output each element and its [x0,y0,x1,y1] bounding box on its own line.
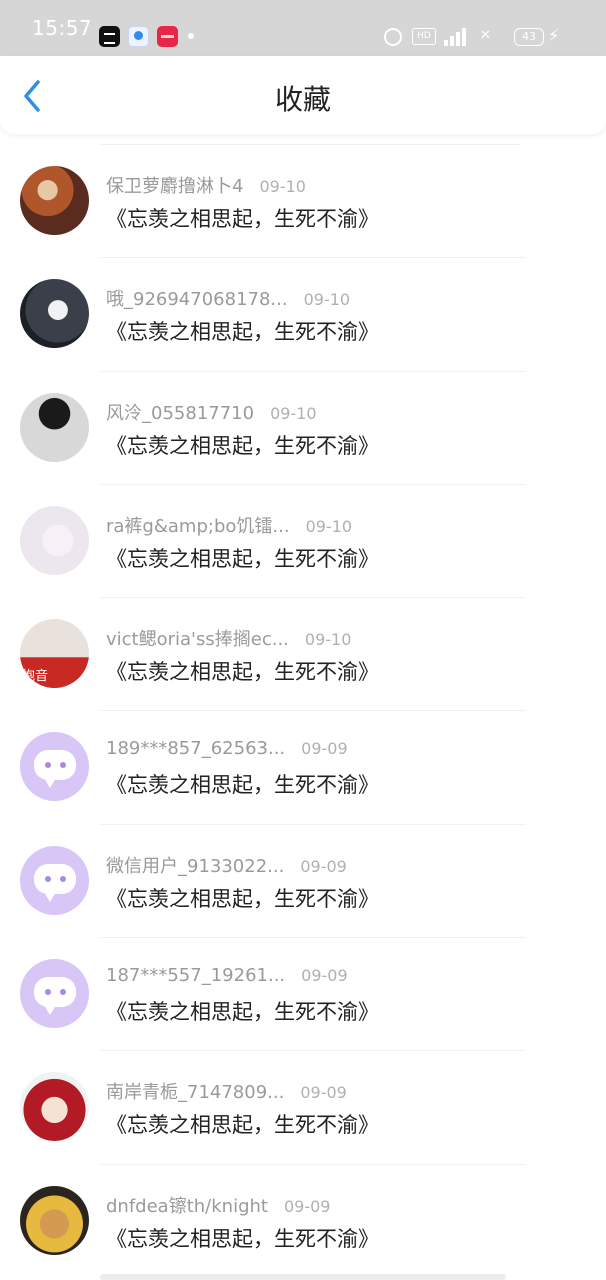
list-item[interactable]: 哦_926947068178... 09-10 《忘羡之相思起，生死不渝》 [0,258,606,372]
list-item[interactable]: 南岸青栀_7147809... 09-09 《忘羡之相思起，生死不渝》 [0,1051,606,1165]
avatar[interactable] [20,959,89,1029]
list-item[interactable]: 187***557_19261... 09-09 《忘羡之相思起，生死不渝》 [0,938,606,1052]
item-title: 《忘羡之相思起，生死不渝》 [106,660,379,685]
status-bar: 15:57 HD ✕ 43 ⚡ [0,0,606,56]
avatar[interactable] [20,166,89,235]
item-username: 哦_926947068178... [106,289,288,311]
item-title: 《忘羡之相思起，生死不渝》 [106,207,379,231]
list-item[interactable]: 抱音 vict鳃oria'ss捧搁ec... 09-10 《忘羡之相思起，生死不渝… [0,598,606,712]
chat-bubble-icon [34,750,76,789]
item-date: 09-09 [300,856,347,876]
item-username: 187***557_19261... [106,965,286,987]
item-date: 09-10 [304,630,352,650]
item-title: 《忘羡之相思起，生死不渝》 [106,433,379,458]
item-username: ra裤g&amp;bo饥镭... [106,515,290,537]
avatar[interactable] [20,392,89,462]
avatar[interactable] [20,1185,89,1255]
notification-dot-icon [188,33,194,39]
avatar[interactable] [20,732,89,802]
item-date: 09-10 [270,403,317,423]
list-item[interactable]: dnfdea镲th/knight 09-09 《忘羡之相思起，生死不渝》 [0,1165,606,1278]
item-username: 微信用户_9133022... [106,855,285,877]
item-username: vict鳃oria'ss捧搁ec... [106,629,289,651]
avatar-tag-text: 抱音 [22,669,49,685]
item-title: 《忘羡之相思起，生死不渝》 [106,1000,379,1025]
signal-icon [442,26,468,46]
no-signal-icon: ✕ [480,28,491,43]
chat-bubble-icon [34,863,76,902]
charging-icon: ⚡ [548,26,560,45]
chat-bubble-icon [34,977,76,1016]
list-item[interactable]: 189***857_62563... 09-09 《忘羡之相思起，生死不渝》 [0,711,606,825]
browser-app-icon [128,26,149,47]
item-username: 风泠_055817710 [106,402,255,424]
item-username: 南岸青栀_7147809... [106,1082,285,1104]
item-title: 《忘羡之相思起，生死不渝》 [106,546,379,571]
avatar[interactable] [20,845,89,915]
avatar[interactable]: 抱音 [20,619,89,689]
item-date: 09-09 [300,1083,347,1103]
avatar[interactable] [20,1072,89,1142]
alarm-icon [384,28,402,46]
item-date: 09-09 [283,1196,331,1216]
hd-icon: HD [412,28,436,45]
item-date: 09-10 [303,290,351,310]
list-item[interactable]: 微信用户_9133022... 09-09 《忘羡之相思起，生死不渝》 [0,825,606,939]
page-header: 收藏 [0,56,606,134]
item-date: 09-09 [301,739,348,759]
item-title: 《忘羡之相思起，生死不渝》 [106,1113,379,1138]
list-item[interactable]: 风泠_055817710 09-10 《忘羡之相思起，生死不渝》 [0,372,606,485]
item-username: dnfdea镲th/knight [106,1195,268,1217]
capcut-app-icon [99,26,120,47]
item-username: 保卫萝麝撸淋卜4 [106,176,244,197]
item-username: 189***857_62563... [106,738,286,760]
item-date: 09-10 [305,516,353,536]
avatar[interactable] [20,279,89,349]
shopping-app-icon [157,26,178,47]
bottom-scroll-indicator [100,1274,506,1280]
status-time: 15:57 [32,16,93,40]
item-title: 《忘羡之相思起，生死不渝》 [106,320,379,345]
favorites-list: 保卫萝麝撸淋卜4 09-10 《忘羡之相思起，生死不渝》 哦_9269470681… [0,145,606,1278]
battery-icon: 43 [514,28,544,46]
item-date: 09-10 [259,177,306,196]
list-item[interactable]: ra裤g&amp;bo饥镭... 09-10 《忘羡之相思起，生死不渝》 [0,485,606,599]
item-date: 09-09 [301,966,348,986]
list-item[interactable]: 保卫萝麝撸淋卜4 09-10 《忘羡之相思起，生死不渝》 [0,145,606,259]
item-title: 《忘羡之相思起，生死不渝》 [106,773,379,798]
item-title: 《忘羡之相思起，生死不渝》 [106,886,379,911]
page-title: 收藏 [274,83,331,116]
item-title: 《忘羡之相思起，生死不渝》 [106,1226,379,1251]
avatar[interactable] [20,505,89,575]
